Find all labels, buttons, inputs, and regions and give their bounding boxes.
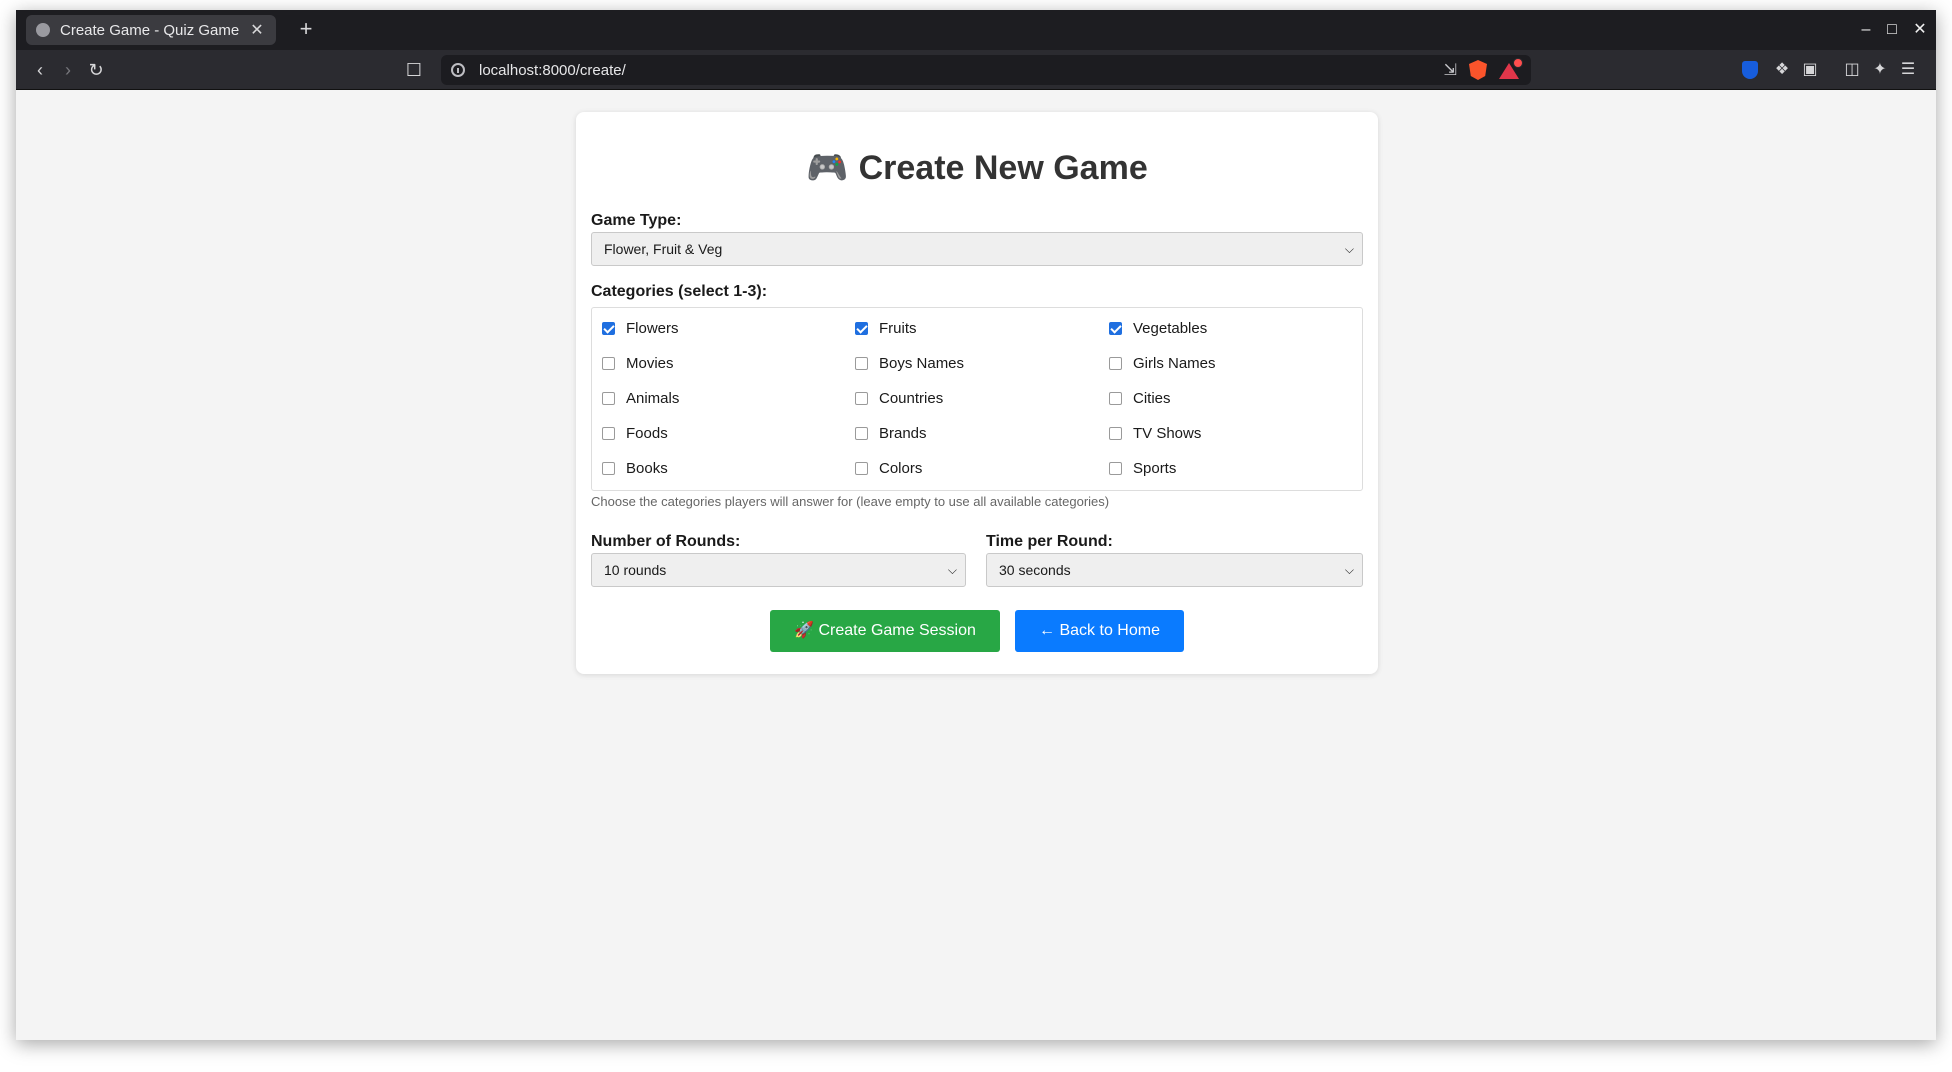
category-checkbox[interactable] bbox=[855, 356, 868, 370]
category-checkbox[interactable] bbox=[1109, 461, 1122, 475]
category-checkbox[interactable] bbox=[602, 426, 615, 440]
category-checkbox[interactable] bbox=[602, 391, 615, 405]
wallet-icon[interactable]: ▣ bbox=[1800, 60, 1820, 80]
category-checkbox[interactable] bbox=[855, 321, 868, 335]
tab-title: Create Game - Quiz Game bbox=[60, 21, 240, 39]
back-arrow-icon[interactable]: ‹ bbox=[26, 56, 54, 84]
create-game-session-button[interactable]: 🚀 Create Game Session bbox=[770, 610, 1000, 652]
categories-box: Flowers Fruits Vegetables Movies Boys Names G… bbox=[591, 307, 1363, 491]
category-checkbox-item[interactable]: Colors bbox=[855, 458, 922, 478]
bookmark-icon[interactable]: ☐ bbox=[400, 56, 428, 84]
page-title: 🎮 Create New Game bbox=[576, 148, 1378, 188]
category-checkbox-item[interactable]: Books bbox=[602, 458, 668, 478]
category-checkbox[interactable] bbox=[602, 461, 615, 475]
category-checkbox-item[interactable]: Boys Names bbox=[855, 353, 964, 373]
category-checkbox[interactable] bbox=[602, 321, 615, 335]
page-title-text: Create New Game bbox=[858, 149, 1148, 187]
category-checkbox[interactable] bbox=[855, 461, 868, 475]
rounds-label: Number of Rounds: bbox=[591, 533, 741, 550]
category-label: Books bbox=[626, 459, 668, 477]
menu-icon[interactable]: ☰ bbox=[1898, 60, 1918, 80]
browser-tab[interactable]: Create Game - Quiz Game ✕ bbox=[26, 15, 276, 45]
category-label: TV Shows bbox=[1133, 424, 1202, 442]
game-type-select[interactable]: Flower, Fruit & Veg ⌵ bbox=[591, 232, 1363, 266]
category-checkbox[interactable] bbox=[855, 391, 868, 405]
reload-icon[interactable]: ↻ bbox=[82, 56, 110, 84]
sidebar-icon[interactable]: ◫ bbox=[1842, 60, 1862, 80]
category-label: Fruits bbox=[879, 319, 917, 337]
category-checkbox-item[interactable]: Girls Names bbox=[1109, 353, 1216, 373]
category-label: Countries bbox=[879, 389, 944, 407]
address-bar[interactable]: localhost:8000/create/ ⇲ bbox=[441, 55, 1531, 85]
minimize-button[interactable]: – bbox=[1852, 16, 1880, 44]
rounds-select[interactable]: 10 rounds ⌵ bbox=[591, 553, 966, 587]
category-checkbox[interactable] bbox=[1109, 356, 1122, 370]
site-info-icon[interactable] bbox=[451, 63, 465, 77]
category-checkbox-item[interactable]: Movies bbox=[602, 353, 674, 373]
category-label: Sports bbox=[1133, 459, 1177, 477]
category-label: Movies bbox=[626, 354, 674, 372]
category-label: Boys Names bbox=[879, 354, 965, 372]
category-label: Vegetables bbox=[1133, 319, 1208, 337]
url-text: localhost:8000/create/ bbox=[479, 61, 626, 79]
category-checkbox[interactable] bbox=[602, 356, 615, 370]
game-type-value: Flower, Fruit & Veg bbox=[604, 241, 723, 257]
category-label: Cities bbox=[1133, 389, 1171, 407]
chevron-down-icon: ⌵ bbox=[1344, 563, 1354, 577]
close-window-button[interactable]: ✕ bbox=[1906, 16, 1934, 44]
time-select[interactable]: 30 seconds ⌵ bbox=[986, 553, 1363, 587]
time-label: Time per Round: bbox=[986, 533, 1113, 550]
category-checkbox-item[interactable]: Countries bbox=[855, 388, 943, 408]
extensions-icon[interactable]: ❖ bbox=[1772, 60, 1792, 80]
category-label: Animals bbox=[626, 389, 680, 407]
browser-window: Create Game - Quiz Game ✕ + – □ ✕ ‹ › ↻ … bbox=[16, 10, 1936, 1040]
brave-rewards-icon[interactable] bbox=[1499, 58, 1523, 80]
category-checkbox-item[interactable]: TV Shows bbox=[1109, 423, 1201, 443]
category-label: Brands bbox=[879, 424, 927, 442]
category-checkbox[interactable] bbox=[1109, 321, 1122, 335]
category-label: Foods bbox=[626, 424, 668, 442]
category-checkbox-item[interactable]: Brands bbox=[855, 423, 927, 443]
category-checkbox-item[interactable]: Foods bbox=[602, 423, 668, 443]
time-value: 30 seconds bbox=[999, 562, 1071, 578]
category-checkbox[interactable] bbox=[855, 426, 868, 440]
category-checkbox-item[interactable]: Animals bbox=[602, 388, 679, 408]
category-checkbox[interactable] bbox=[1109, 391, 1122, 405]
category-label: Colors bbox=[879, 459, 923, 477]
category-checkbox-item[interactable]: Fruits bbox=[855, 318, 917, 338]
share-icon[interactable]: ⇲ bbox=[1444, 60, 1457, 80]
category-checkbox-item[interactable]: Flowers bbox=[602, 318, 679, 338]
globe-icon bbox=[36, 23, 50, 37]
create-game-card: 🎮 Create New Game Game Type: Flower, Frui… bbox=[576, 112, 1378, 674]
notification-badge bbox=[1513, 58, 1523, 68]
categories-help-text: Choose the categories players will answe… bbox=[591, 494, 1110, 509]
bitwarden-icon[interactable] bbox=[1742, 61, 1758, 79]
category-checkbox-item[interactable]: Vegetables bbox=[1109, 318, 1207, 338]
category-label: Flowers bbox=[626, 319, 679, 337]
chevron-down-icon: ⌵ bbox=[1344, 242, 1354, 256]
category-checkbox-item[interactable]: Sports bbox=[1109, 458, 1176, 478]
new-tab-button[interactable]: + bbox=[292, 16, 320, 44]
tab-strip: Create Game - Quiz Game ✕ + – □ ✕ bbox=[16, 10, 1936, 50]
category-checkbox[interactable] bbox=[1109, 426, 1122, 440]
maximize-button[interactable]: □ bbox=[1878, 16, 1906, 44]
chevron-down-icon: ⌵ bbox=[947, 563, 957, 577]
back-to-home-button[interactable]: ← Back to Home bbox=[1015, 610, 1184, 652]
game-type-label: Game Type: bbox=[591, 212, 682, 229]
brave-shields-icon[interactable] bbox=[1469, 60, 1487, 80]
category-label: Girls Names bbox=[1133, 354, 1216, 372]
category-checkbox-item[interactable]: Cities bbox=[1109, 388, 1171, 408]
tab-close-icon[interactable]: ✕ bbox=[248, 20, 266, 40]
forward-arrow-icon[interactable]: › bbox=[54, 56, 82, 84]
categories-label: Categories (select 1-3): bbox=[591, 283, 768, 300]
leo-ai-icon[interactable]: ✦ bbox=[1870, 60, 1890, 80]
browser-toolbar: ‹ › ↻ ☐ localhost:8000/create/ ⇲ ❖ ▣ ◫ ✦… bbox=[16, 50, 1936, 90]
rounds-value: 10 rounds bbox=[604, 562, 667, 578]
page-content: 🎮 Create New Game Game Type: Flower, Frui… bbox=[16, 91, 1936, 1040]
gamepad-icon: 🎮 bbox=[806, 149, 849, 187]
